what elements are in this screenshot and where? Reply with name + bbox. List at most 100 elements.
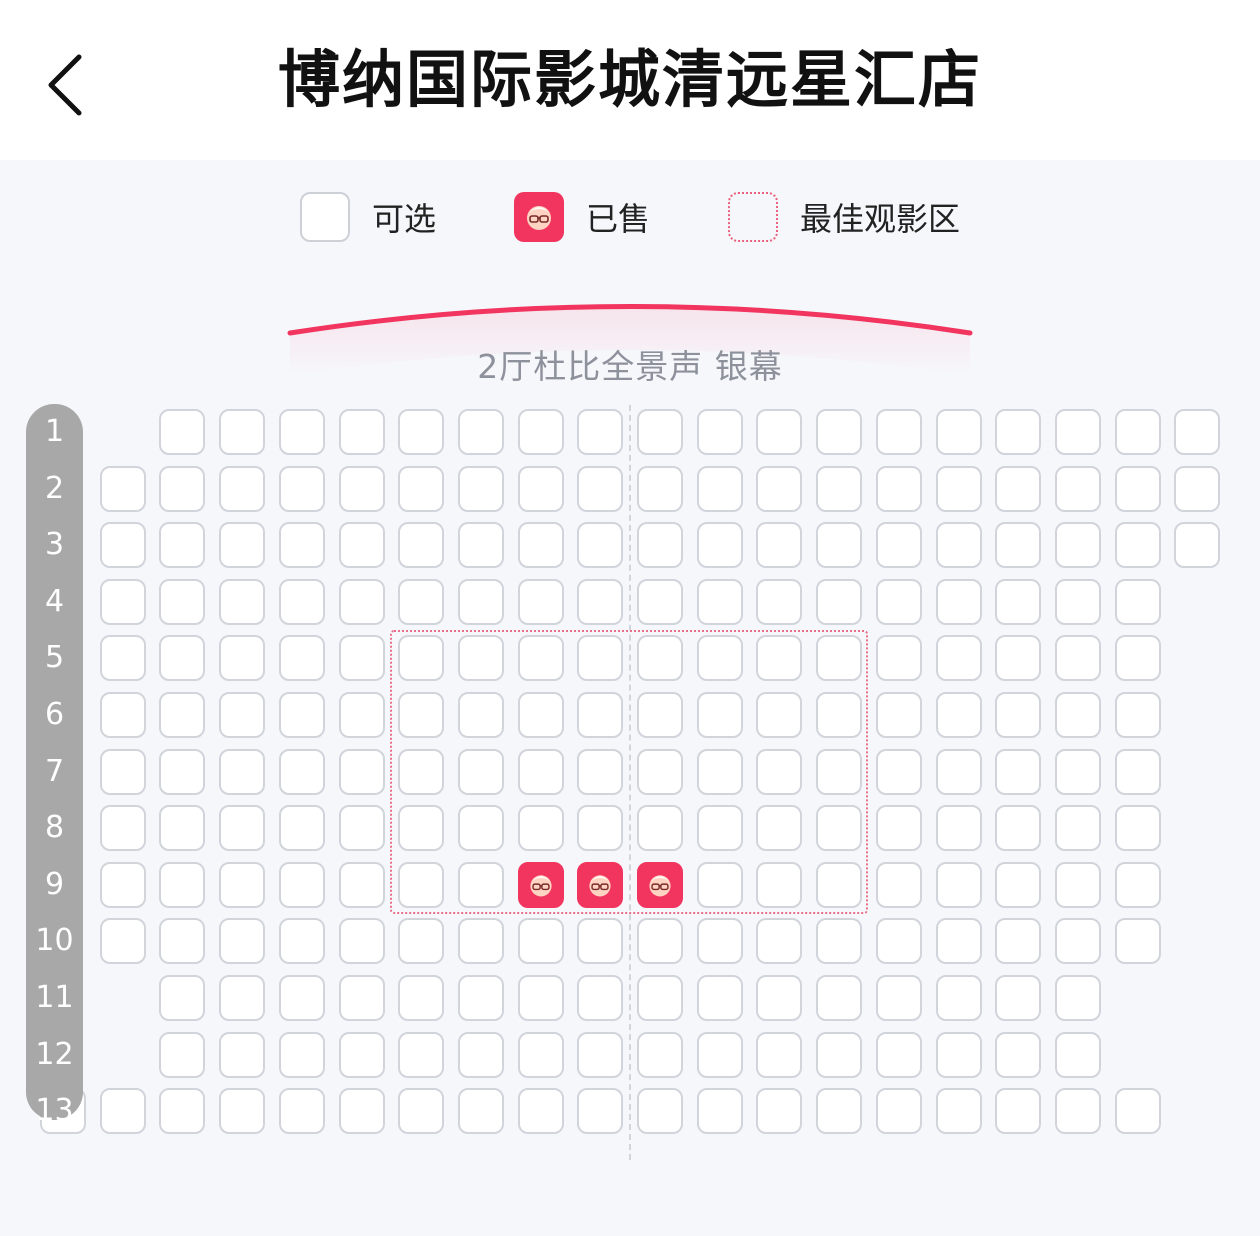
seat-available[interactable] <box>517 805 564 852</box>
seat-available[interactable] <box>517 1088 564 1135</box>
seat-available[interactable] <box>875 578 922 625</box>
seat-available[interactable] <box>756 918 803 965</box>
seat-available[interactable] <box>696 975 743 1021</box>
seat-available[interactable] <box>875 918 922 965</box>
seat-available[interactable] <box>1114 465 1161 512</box>
seat-available[interactable] <box>875 522 922 569</box>
seat-available[interactable] <box>1054 1031 1101 1078</box>
seat-available[interactable] <box>816 805 863 852</box>
seat-available[interactable] <box>756 748 803 795</box>
seat-available[interactable] <box>219 861 266 908</box>
seat-available[interactable] <box>457 635 504 682</box>
seat-available[interactable] <box>338 861 385 908</box>
seat-available[interactable] <box>995 748 1042 795</box>
seat-available[interactable] <box>99 1088 146 1135</box>
seat-available[interactable] <box>219 522 266 569</box>
seat-available[interactable] <box>1054 578 1101 625</box>
seat-available[interactable] <box>159 861 206 908</box>
seat-available[interactable] <box>99 522 146 569</box>
seat-available[interactable] <box>935 522 982 569</box>
seat-available[interactable] <box>875 805 922 852</box>
seat-available[interactable] <box>577 635 624 682</box>
seat-available[interactable] <box>816 635 863 682</box>
seat-available[interactable] <box>278 692 325 738</box>
seat-available[interactable] <box>816 692 863 738</box>
seat-available[interactable] <box>577 918 624 965</box>
seat-available[interactable] <box>696 692 743 738</box>
seat-available[interactable] <box>1114 918 1161 965</box>
seat-available[interactable] <box>637 465 683 512</box>
seat-available[interactable] <box>637 748 683 795</box>
seat-available[interactable] <box>99 805 146 852</box>
seat-available[interactable] <box>995 1088 1042 1135</box>
seat-available[interactable] <box>577 1088 624 1135</box>
seat-available[interactable] <box>159 692 206 738</box>
seat-available[interactable] <box>1054 805 1101 852</box>
seat-available[interactable] <box>457 409 504 455</box>
seat-available[interactable] <box>875 409 922 455</box>
seat-available[interactable] <box>1114 861 1161 908</box>
seat-available[interactable] <box>816 975 863 1021</box>
seat-available[interactable] <box>457 522 504 569</box>
seat-available[interactable] <box>637 409 683 455</box>
seat-available[interactable] <box>219 465 266 512</box>
seat-available[interactable] <box>696 861 743 908</box>
seat-available[interactable] <box>99 635 146 682</box>
seat-available[interactable] <box>159 975 206 1021</box>
seat-available[interactable] <box>159 1088 206 1135</box>
seat-available[interactable] <box>1054 975 1101 1021</box>
seat-available[interactable] <box>1054 409 1101 455</box>
seat-available[interactable] <box>338 918 385 965</box>
seat-available[interactable] <box>517 522 564 569</box>
seat-available[interactable] <box>696 1031 743 1078</box>
seat-available[interactable] <box>816 1088 863 1135</box>
seat-available[interactable] <box>338 635 385 682</box>
seat-available[interactable] <box>577 578 624 625</box>
seat-available[interactable] <box>935 635 982 682</box>
seat-available[interactable] <box>457 692 504 738</box>
seat-available[interactable] <box>338 748 385 795</box>
seat-available[interactable] <box>935 975 982 1021</box>
seat-available[interactable] <box>457 861 504 908</box>
seat-available[interactable] <box>159 522 206 569</box>
seat-available[interactable] <box>398 805 445 852</box>
seat-available[interactable] <box>875 635 922 682</box>
seat-available[interactable] <box>1054 1088 1101 1135</box>
seat-available[interactable] <box>278 1088 325 1135</box>
seat-available[interactable] <box>1054 465 1101 512</box>
seat-available[interactable] <box>756 975 803 1021</box>
seat-available[interactable] <box>1174 465 1221 512</box>
seat-available[interactable] <box>756 465 803 512</box>
seat-available[interactable] <box>1174 409 1221 455</box>
seat-available[interactable] <box>338 578 385 625</box>
seat-available[interactable] <box>995 409 1042 455</box>
seat-available[interactable] <box>935 748 982 795</box>
seat-available[interactable] <box>219 635 266 682</box>
seat-available[interactable] <box>159 805 206 852</box>
seat-available[interactable] <box>457 465 504 512</box>
seat-available[interactable] <box>816 918 863 965</box>
seat-available[interactable] <box>577 1031 624 1078</box>
seat-available[interactable] <box>637 1088 683 1135</box>
seat-available[interactable] <box>875 1088 922 1135</box>
seat-available[interactable] <box>517 409 564 455</box>
seat-available[interactable] <box>338 522 385 569</box>
seat-available[interactable] <box>995 1031 1042 1078</box>
seat-available[interactable] <box>398 635 445 682</box>
seat-available[interactable] <box>995 635 1042 682</box>
seat-available[interactable] <box>696 1088 743 1135</box>
seat-available[interactable] <box>398 918 445 965</box>
seat-available[interactable] <box>577 748 624 795</box>
seat-available[interactable] <box>935 1031 982 1078</box>
seat-available[interactable] <box>935 409 982 455</box>
seat-available[interactable] <box>1054 748 1101 795</box>
seat-available[interactable] <box>935 692 982 738</box>
seat-available[interactable] <box>696 635 743 682</box>
seat-available[interactable] <box>159 918 206 965</box>
seat-available[interactable] <box>1114 805 1161 852</box>
seat-available[interactable] <box>338 465 385 512</box>
seat-available[interactable] <box>995 918 1042 965</box>
seat-available[interactable] <box>278 465 325 512</box>
seat-available[interactable] <box>398 522 445 569</box>
seat-available[interactable] <box>935 1088 982 1135</box>
